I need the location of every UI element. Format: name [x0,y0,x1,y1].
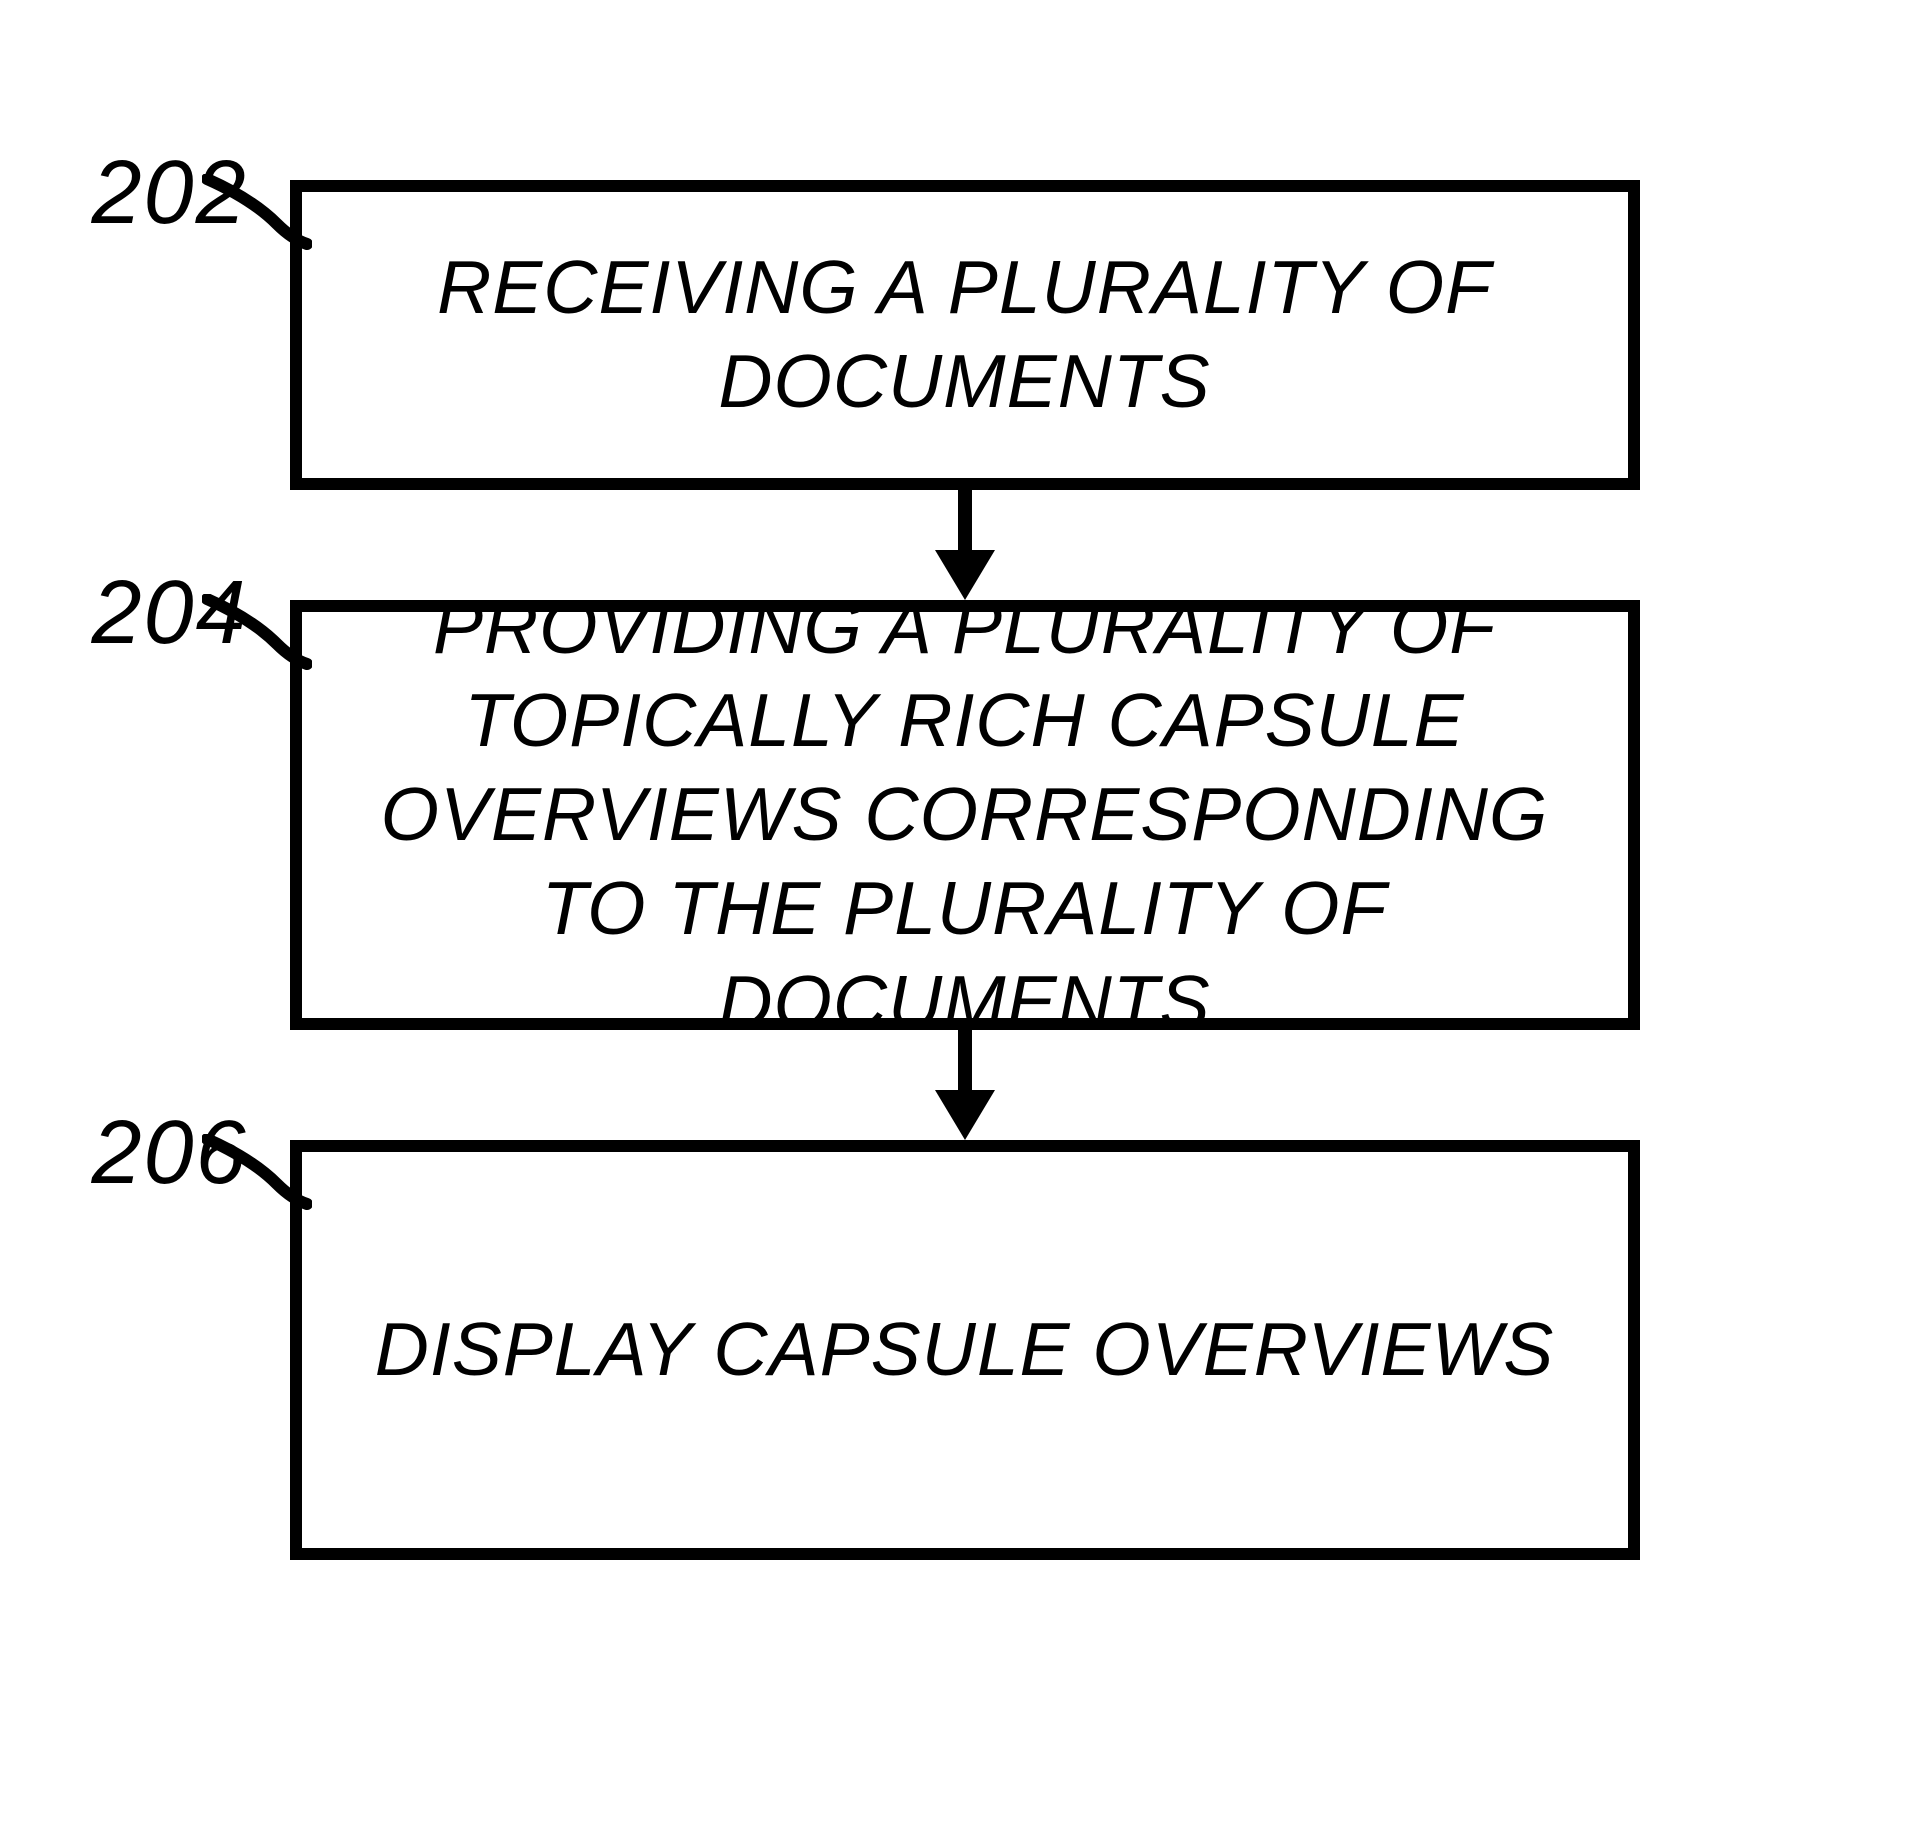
flowchart-step-1: 202 RECEIVING A PLURALITY OF DOCUMENTS [290,180,1640,490]
step-3-text: DISPLAY CAPSULE OVERVIEWS [375,1303,1555,1397]
flowchart-step-2: 204 PROVIDING A PLURALITY OF TOPICALLY R… [290,600,1640,1030]
flowchart-step-3: 206 DISPLAY CAPSULE OVERVIEWS [290,1140,1640,1560]
step-2-text: PROVIDING A PLURALITY OF TOPICALLY RICH … [332,581,1598,1050]
callout-line-icon [202,1134,312,1214]
flowchart: 202 RECEIVING A PLURALITY OF DOCUMENTS 2… [190,180,1740,1560]
callout-line-icon [202,594,312,674]
callout-line-icon [202,174,312,254]
step-1-text: RECEIVING A PLURALITY OF DOCUMENTS [332,241,1598,429]
